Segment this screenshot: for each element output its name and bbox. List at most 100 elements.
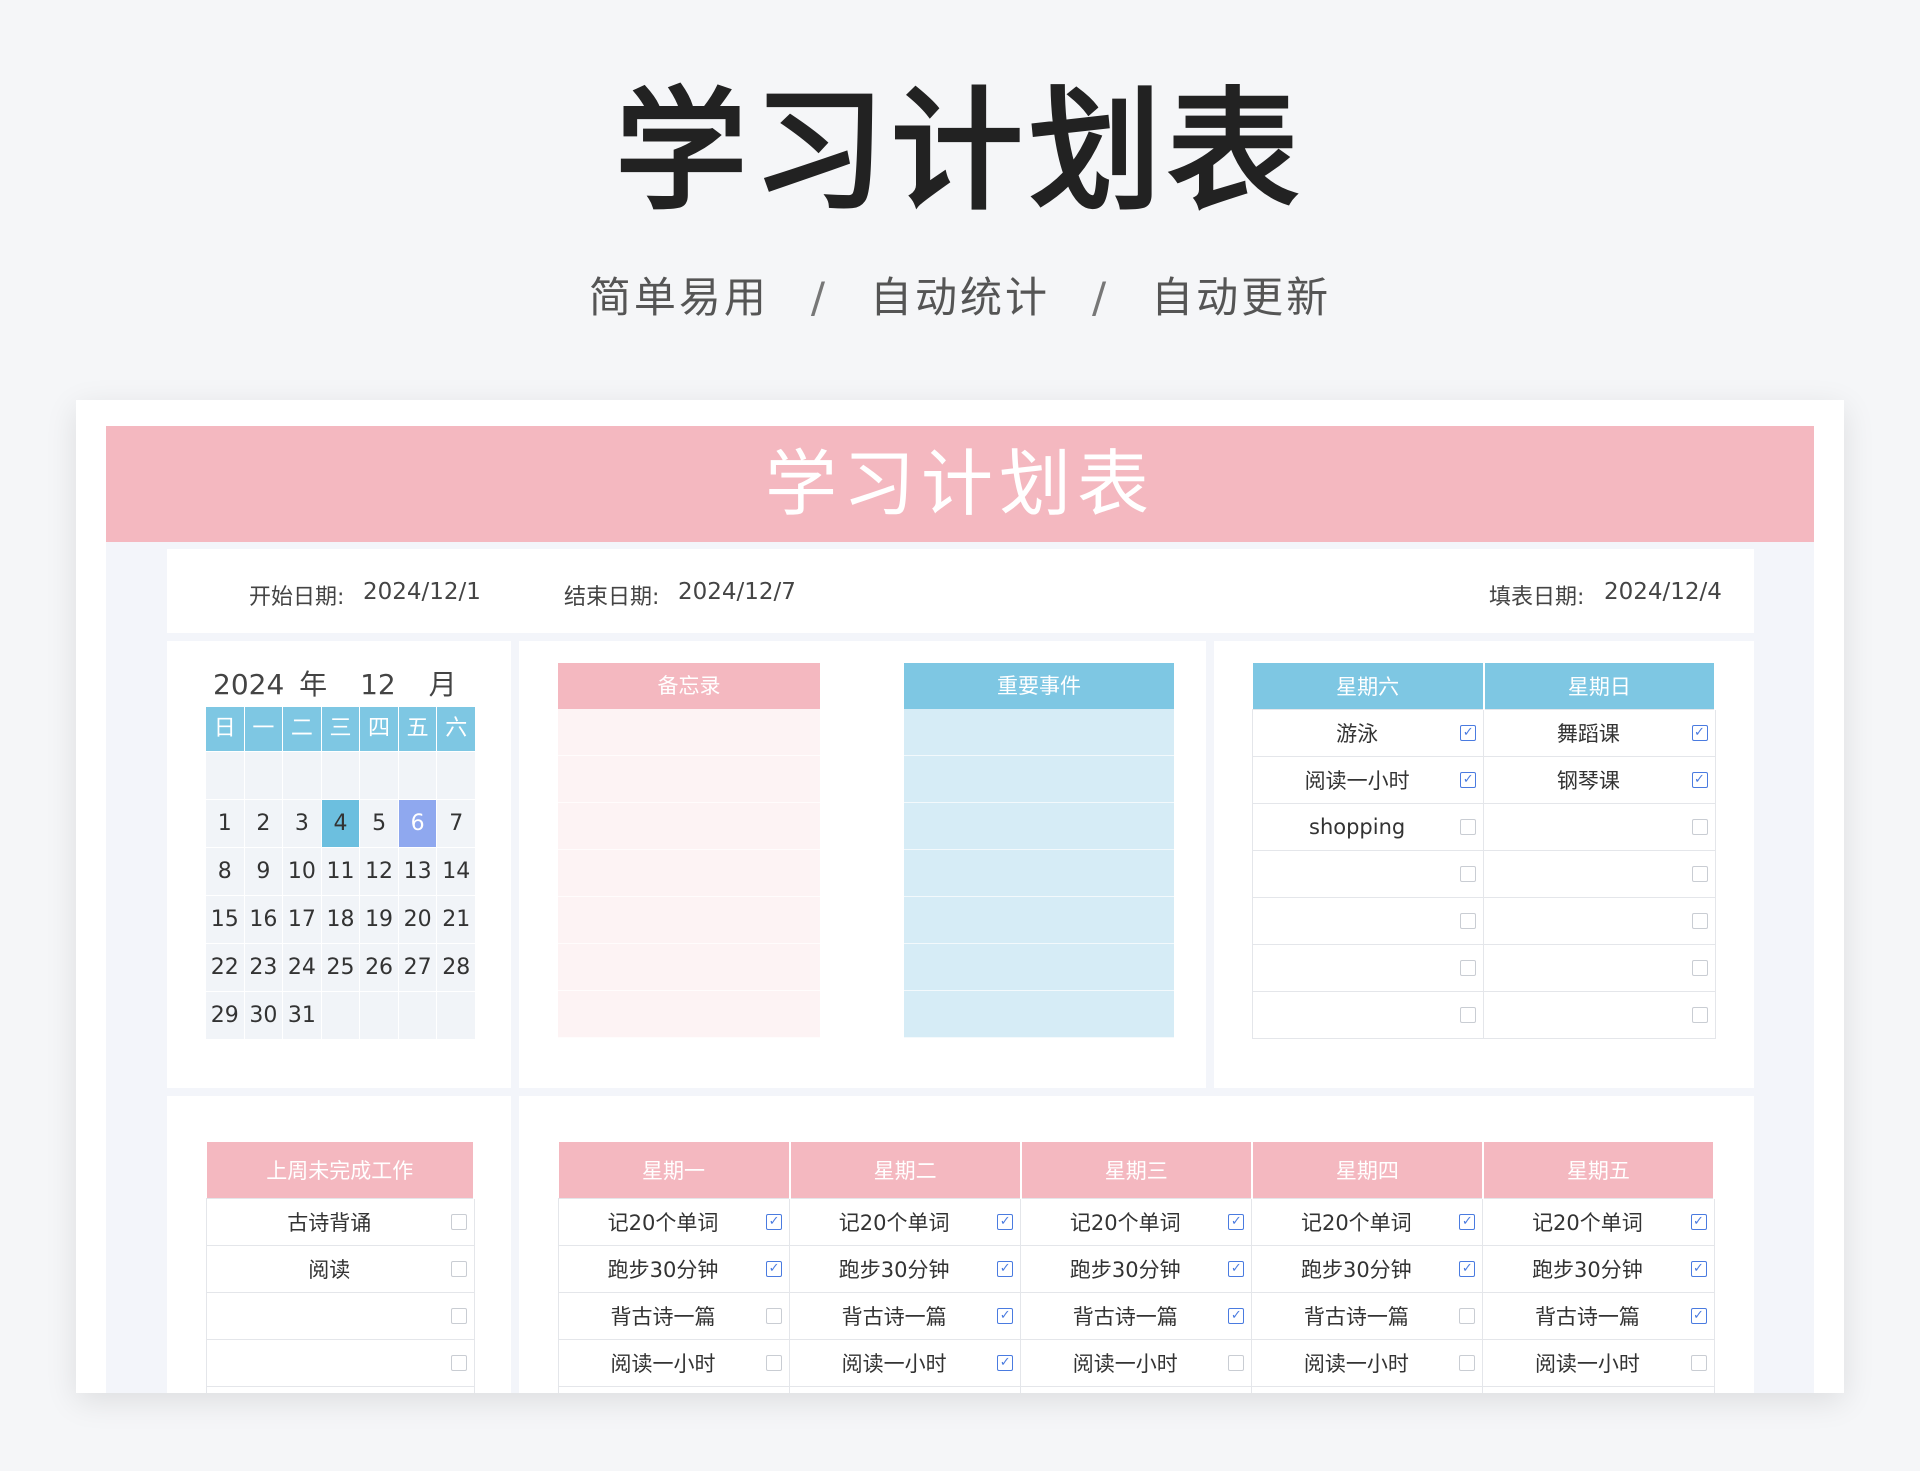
task-cell[interactable]: 古诗背诵 bbox=[206, 1197, 475, 1246]
checked-checkbox-icon[interactable] bbox=[766, 1260, 783, 1277]
checked-checkbox-icon[interactable] bbox=[1228, 1260, 1245, 1277]
task-cell[interactable]: 记20个单词 bbox=[1251, 1197, 1484, 1246]
task-cell[interactable]: 阅读 bbox=[206, 1244, 475, 1293]
task-cell[interactable] bbox=[557, 1385, 791, 1393]
task-cell[interactable]: 跑步30分钟 bbox=[789, 1244, 1022, 1293]
checkbox-icon[interactable] bbox=[450, 1354, 467, 1371]
checked-checkbox-icon[interactable] bbox=[997, 1260, 1014, 1277]
task-cell[interactable] bbox=[1251, 990, 1485, 1039]
task-cell[interactable]: 背古诗一篇 bbox=[789, 1291, 1022, 1340]
checked-checkbox-icon[interactable] bbox=[1459, 1213, 1476, 1230]
task-cell[interactable] bbox=[1483, 802, 1716, 851]
task-cell[interactable]: 阅读一小时 bbox=[557, 1338, 791, 1387]
calendar-day[interactable]: 2 bbox=[244, 800, 283, 847]
calendar-day[interactable]: 30 bbox=[244, 992, 283, 1039]
checkbox-icon[interactable] bbox=[766, 1354, 783, 1371]
task-cell[interactable]: 舞蹈课 bbox=[1483, 708, 1716, 757]
checkbox-icon[interactable] bbox=[1460, 818, 1477, 835]
checked-checkbox-icon[interactable] bbox=[1690, 1307, 1707, 1324]
checkbox-icon[interactable] bbox=[1691, 818, 1708, 835]
important-row[interactable] bbox=[904, 897, 1174, 944]
task-cell[interactable]: shopping bbox=[1251, 802, 1485, 851]
important-row[interactable] bbox=[904, 709, 1174, 756]
checked-checkbox-icon[interactable] bbox=[1459, 1260, 1476, 1277]
task-cell[interactable]: 背古诗一篇 bbox=[557, 1291, 791, 1340]
calendar-day[interactable]: 20 bbox=[398, 896, 437, 943]
task-cell[interactable] bbox=[789, 1385, 1022, 1393]
checkbox-icon[interactable] bbox=[1228, 1354, 1245, 1371]
calendar-day[interactable]: 26 bbox=[360, 944, 398, 991]
calendar-day[interactable]: 29 bbox=[206, 992, 244, 1039]
memo-row[interactable] bbox=[558, 944, 820, 991]
task-cell[interactable]: 跑步30分钟 bbox=[1020, 1244, 1253, 1293]
checkbox-icon[interactable] bbox=[450, 1213, 467, 1230]
task-cell[interactable] bbox=[1251, 896, 1485, 945]
task-cell[interactable]: 背古诗一篇 bbox=[1020, 1291, 1253, 1340]
important-row[interactable] bbox=[904, 850, 1174, 897]
checkbox-icon[interactable] bbox=[1460, 959, 1477, 976]
task-cell[interactable] bbox=[1251, 849, 1485, 898]
calendar-day[interactable]: 9 bbox=[244, 848, 283, 895]
task-cell[interactable]: 跑步30分钟 bbox=[1482, 1244, 1715, 1293]
important-row[interactable] bbox=[904, 991, 1174, 1038]
memo-row[interactable] bbox=[558, 756, 820, 803]
calendar-day[interactable]: 19 bbox=[360, 896, 398, 943]
calendar-day[interactable]: 1 bbox=[206, 800, 244, 847]
checkbox-icon[interactable] bbox=[1459, 1307, 1476, 1324]
checked-checkbox-icon[interactable] bbox=[1228, 1213, 1245, 1230]
task-cell[interactable]: 阅读一小时 bbox=[1020, 1338, 1253, 1387]
checked-checkbox-icon[interactable] bbox=[1690, 1213, 1707, 1230]
calendar-day[interactable]: 22 bbox=[206, 944, 244, 991]
checkbox-icon[interactable] bbox=[766, 1307, 783, 1324]
checkbox-icon[interactable] bbox=[1460, 912, 1477, 929]
task-cell[interactable]: 记20个单词 bbox=[557, 1197, 791, 1246]
task-cell[interactable]: 记20个单词 bbox=[1482, 1197, 1715, 1246]
calendar-day[interactable]: 6 bbox=[398, 800, 437, 847]
checkbox-icon[interactable] bbox=[1691, 912, 1708, 929]
checked-checkbox-icon[interactable] bbox=[997, 1307, 1014, 1324]
task-cell[interactable] bbox=[1482, 1385, 1715, 1393]
task-cell[interactable]: 阅读一小时 bbox=[1482, 1338, 1715, 1387]
task-cell[interactable] bbox=[1020, 1385, 1253, 1393]
task-cell[interactable] bbox=[206, 1291, 475, 1340]
calendar-day[interactable]: 21 bbox=[437, 896, 475, 943]
checkbox-icon[interactable] bbox=[1691, 1006, 1708, 1023]
task-cell[interactable]: 背古诗一篇 bbox=[1482, 1291, 1715, 1340]
calendar-day[interactable]: 13 bbox=[398, 848, 437, 895]
task-cell[interactable]: 阅读一小时 bbox=[789, 1338, 1022, 1387]
checkbox-icon[interactable] bbox=[1690, 1354, 1707, 1371]
task-cell[interactable] bbox=[1483, 990, 1716, 1039]
calendar-day[interactable]: 16 bbox=[244, 896, 283, 943]
task-cell[interactable] bbox=[206, 1385, 475, 1393]
task-cell[interactable]: 跑步30分钟 bbox=[1251, 1244, 1484, 1293]
task-cell[interactable] bbox=[1483, 896, 1716, 945]
checked-checkbox-icon[interactable] bbox=[1460, 724, 1477, 741]
memo-row[interactable] bbox=[558, 897, 820, 944]
calendar-day[interactable]: 25 bbox=[321, 944, 360, 991]
checkbox-icon[interactable] bbox=[1459, 1354, 1476, 1371]
checkbox-icon[interactable] bbox=[450, 1307, 467, 1324]
checked-checkbox-icon[interactable] bbox=[1691, 771, 1708, 788]
calendar-day[interactable]: 12 bbox=[360, 848, 398, 895]
calendar-day[interactable]: 11 bbox=[321, 848, 360, 895]
task-cell[interactable]: 背古诗一篇 bbox=[1251, 1291, 1484, 1340]
calendar-day[interactable]: 18 bbox=[321, 896, 360, 943]
memo-row[interactable] bbox=[558, 991, 820, 1038]
calendar-day[interactable]: 15 bbox=[206, 896, 244, 943]
calendar-day[interactable]: 7 bbox=[437, 800, 475, 847]
task-cell[interactable] bbox=[206, 1338, 475, 1387]
task-cell[interactable]: 游泳 bbox=[1251, 708, 1485, 757]
task-cell[interactable] bbox=[1483, 849, 1716, 898]
task-cell[interactable]: 记20个单词 bbox=[1020, 1197, 1253, 1246]
task-cell[interactable]: 阅读一小时 bbox=[1251, 755, 1485, 804]
task-cell[interactable] bbox=[1251, 943, 1485, 992]
checkbox-icon[interactable] bbox=[1460, 1006, 1477, 1023]
start-date-value[interactable]: 2024/12/1 bbox=[363, 579, 481, 605]
calendar-day[interactable]: 4 bbox=[321, 800, 360, 847]
important-row[interactable] bbox=[904, 756, 1174, 803]
checkbox-icon[interactable] bbox=[1691, 865, 1708, 882]
calendar-day[interactable]: 31 bbox=[283, 992, 321, 1039]
checkbox-icon[interactable] bbox=[1691, 959, 1708, 976]
important-events-list[interactable] bbox=[904, 709, 1174, 1038]
calendar-day[interactable]: 24 bbox=[283, 944, 321, 991]
